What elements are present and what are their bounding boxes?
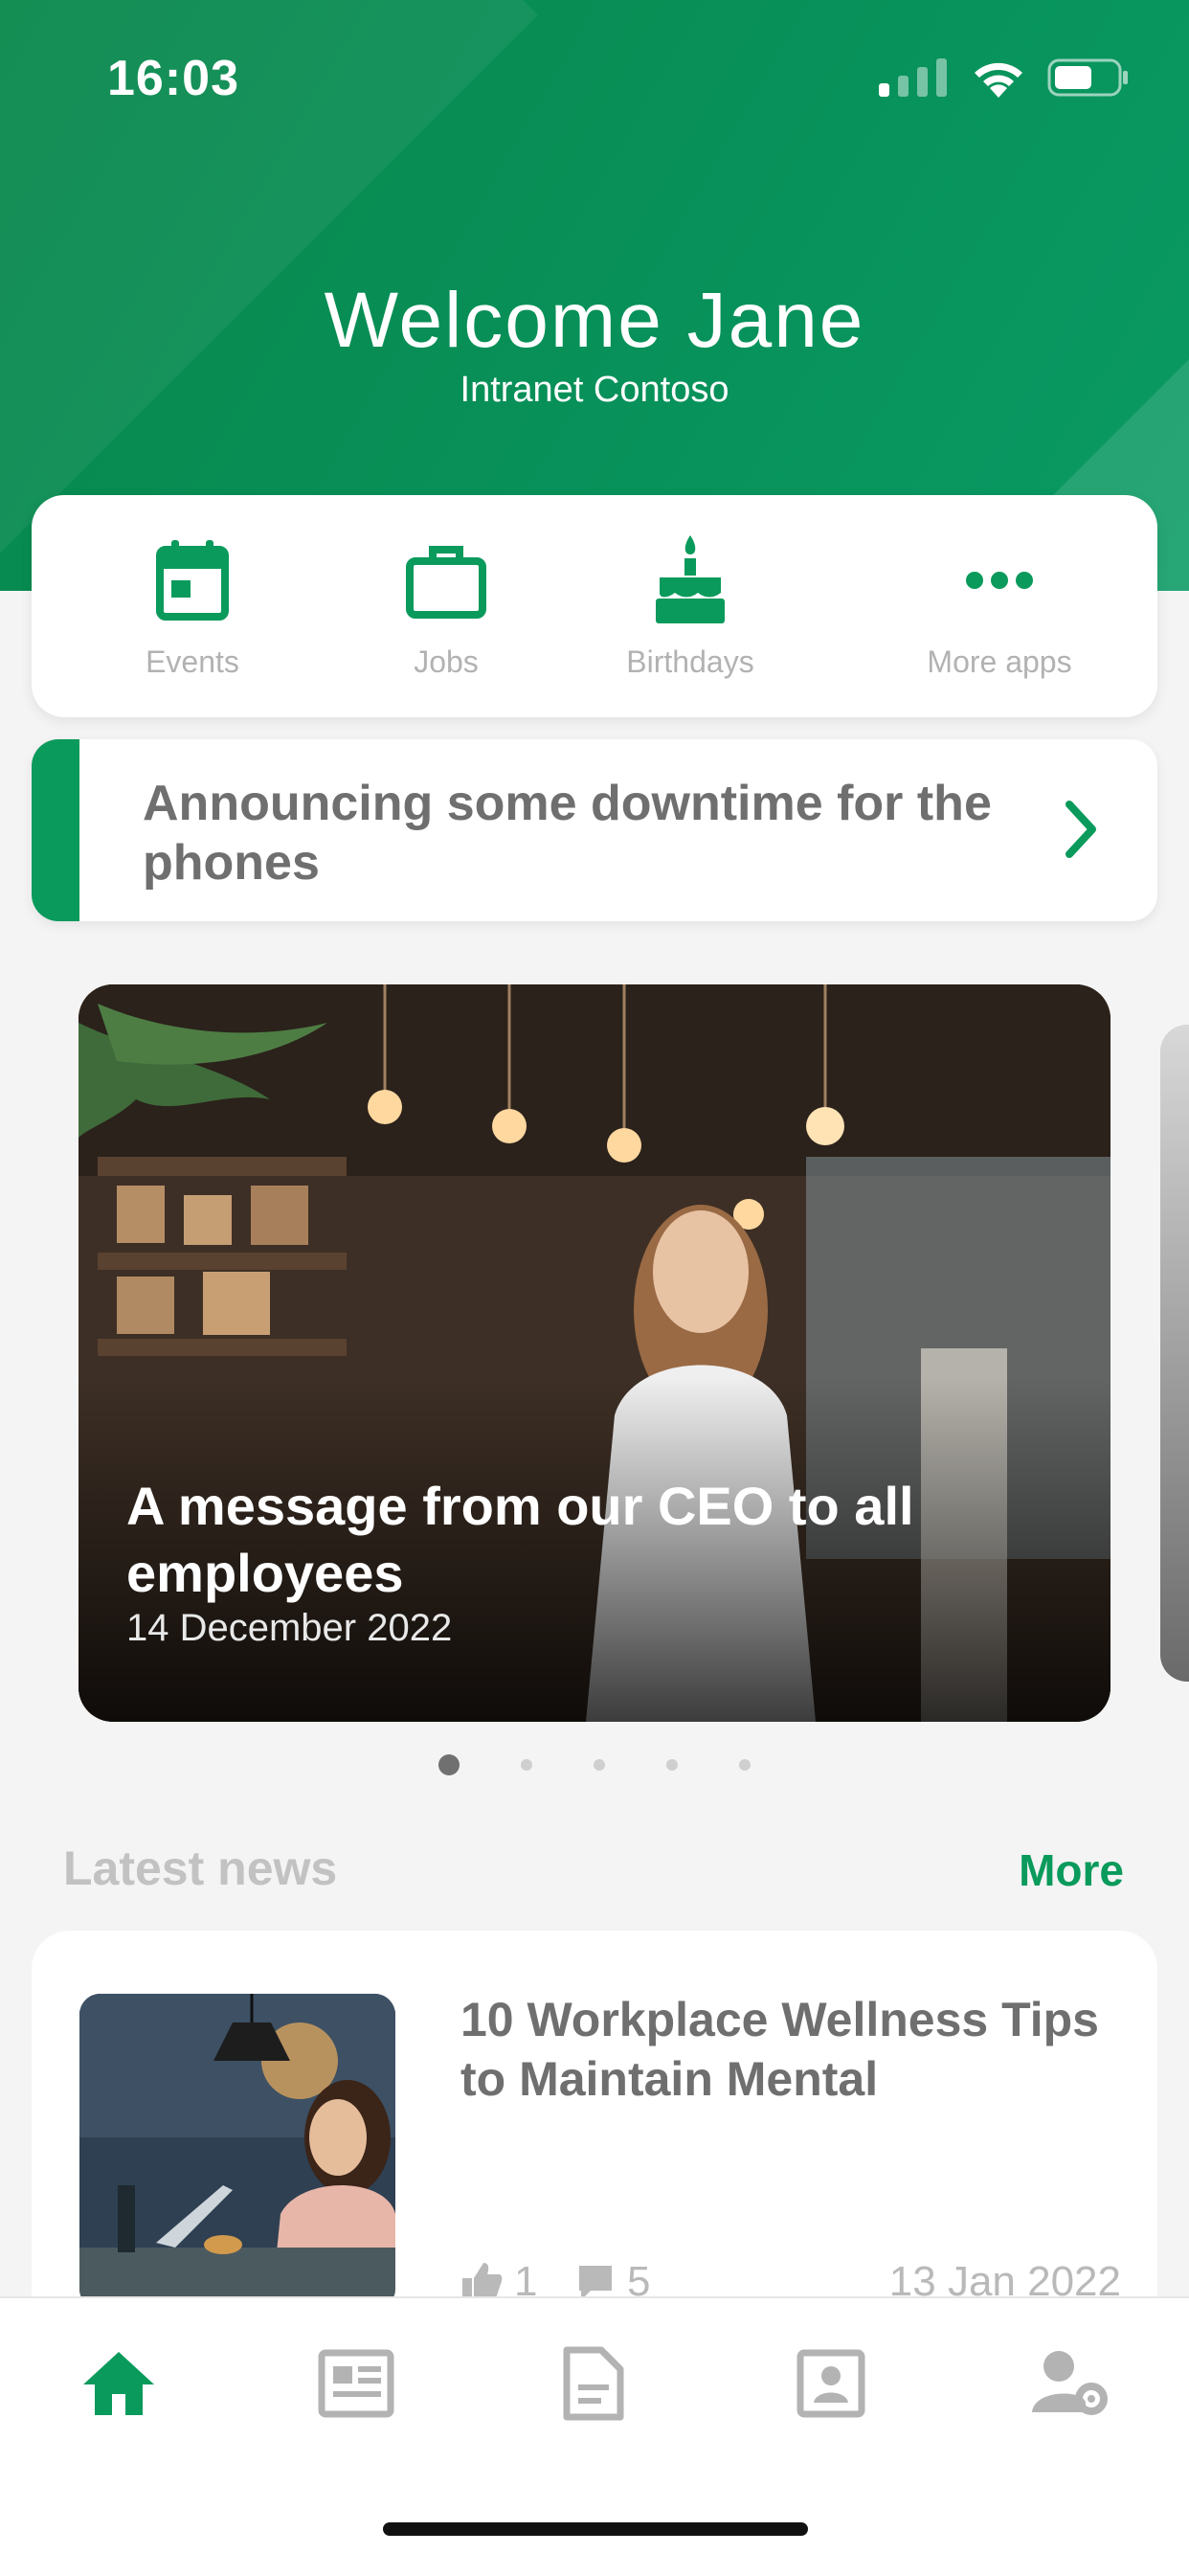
briefcase-icon [406,546,486,619]
app-label: More apps [927,644,1072,679]
carousel-next-card-peek[interactable] [1160,1025,1189,1682]
cake-icon [656,535,725,623]
pagination-dot[interactable] [521,1759,532,1771]
app-label: Jobs [414,644,479,679]
tab-home[interactable] [71,2340,167,2427]
carousel-date: 14 December 2022 [126,1607,453,1649]
app-more-apps[interactable]: More apps [875,495,1124,717]
welcome-title: Welcome Jane [324,277,865,364]
home-icon [83,2352,154,2415]
wifi-icon [975,62,1022,98]
featured-carousel-card[interactable]: A message from our CEO to all employees … [79,984,1110,1722]
quick-apps-card: Events Jobs Birthdays More apps [32,495,1157,717]
calendar-icon [156,540,229,621]
latest-news-heading: Latest news [63,1842,338,1895]
tab-contacts[interactable] [783,2340,879,2427]
more-dots-icon [966,572,1033,589]
tab-news[interactable] [308,2340,404,2427]
contact-icon [796,2349,865,2418]
carousel-title: A message from our CEO to all employees [126,1476,914,1603]
carousel-pagination [0,1754,1189,1775]
pagination-dot[interactable] [594,1759,605,1771]
chevron-right-icon [1062,799,1100,865]
app-birthdays[interactable]: Birthdays [566,495,815,717]
latest-news-more-link[interactable]: More [1019,1844,1124,1896]
tab-documents[interactable] [546,2340,641,2427]
app-label: Birthdays [626,644,754,679]
status-bar: 16:03 [0,0,1189,163]
battery-icon [1047,58,1128,97]
pagination-dot[interactable] [666,1759,678,1771]
signal-icon [879,58,947,97]
app-label: Events [146,644,239,679]
status-time: 16:03 [107,51,239,106]
announcement-banner[interactable]: Announcing some downtime for the phones [32,739,1157,921]
status-icons [879,57,1130,98]
app-jobs[interactable]: Jobs [322,495,571,717]
pagination-dot[interactable] [438,1754,460,1775]
tab-user-settings[interactable] [1022,2340,1118,2427]
document-icon [563,2346,624,2421]
news-icon [318,2349,394,2418]
pagination-dot[interactable] [739,1759,751,1771]
news-thumbnail-image [79,1994,395,2310]
home-indicator[interactable] [383,2522,808,2536]
app-events[interactable]: Events [68,495,317,717]
user-settings-icon [1032,2351,1108,2415]
announcement-accent [32,739,79,921]
announcement-text: Announcing some downtime for the phones [143,776,992,891]
news-title: 10 Workplace Wellness Tips to Maintain M… [460,1993,1099,2106]
intranet-subtitle: Intranet Contoso [460,370,729,410]
